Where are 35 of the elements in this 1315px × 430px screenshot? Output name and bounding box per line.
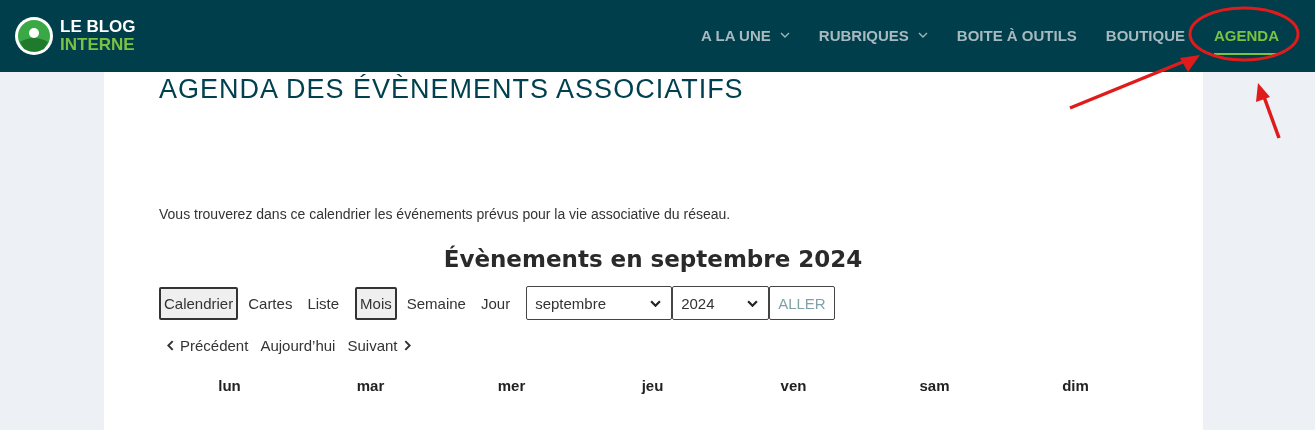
- chevron-down-icon: [779, 32, 790, 38]
- month-select[interactable]: septembre: [526, 286, 673, 320]
- today-link[interactable]: Aujourd’hui: [260, 337, 336, 354]
- next-link[interactable]: Suivant: [347, 337, 411, 354]
- weekday-header: mer: [496, 377, 527, 394]
- logo-icon[interactable]: [14, 16, 54, 56]
- chevron-down-icon: [650, 299, 662, 307]
- arrow-drawing: [1254, 82, 1282, 140]
- chevron-down-icon: [747, 299, 759, 307]
- weekday-header: lun: [217, 377, 242, 394]
- logo-text[interactable]: LE BLOG: [60, 18, 136, 36]
- weekday-header: sam: [918, 377, 951, 394]
- period-tab[interactable]: Semaine: [401, 286, 471, 320]
- nav-link[interactable]: A LA UNE: [701, 17, 790, 55]
- page-title: AGENDA DES ÉVÈNEMENTS ASSOCIATIFS: [159, 74, 745, 105]
- intro-text: Vous trouverez dans ce calendrier les événements prévus pour la vie associative du réseau.: [159, 206, 732, 222]
- view-tab[interactable]: Cartes: [243, 286, 298, 320]
- period-tab[interactable]: Mois: [355, 286, 397, 320]
- period-tab[interactable]: Jour: [475, 286, 516, 320]
- chevron-right-icon: [403, 340, 411, 351]
- weekday-header: ven: [779, 377, 808, 394]
- logo-text[interactable]: INTERNE: [60, 36, 136, 54]
- nav-link[interactable]: BOUTIQUE: [1105, 17, 1185, 55]
- weekday-header: mar: [355, 377, 386, 394]
- chevron-left-icon: [167, 340, 174, 351]
- chevron-down-icon: [917, 32, 928, 38]
- weekday-header: jeu: [640, 377, 665, 394]
- nav-link[interactable]: BOITE À OUTILS: [956, 17, 1077, 55]
- calendar-heading: Évènements en septembre 2024: [442, 246, 864, 272]
- previous-link[interactable]: Précédent: [167, 337, 249, 354]
- weekday-header: dim: [1061, 377, 1090, 394]
- year-select[interactable]: 2024: [672, 286, 770, 320]
- view-tab[interactable]: Liste: [302, 286, 345, 320]
- view-tab[interactable]: Calendrier: [159, 286, 239, 320]
- nav-link[interactable]: RUBRIQUES: [818, 17, 928, 55]
